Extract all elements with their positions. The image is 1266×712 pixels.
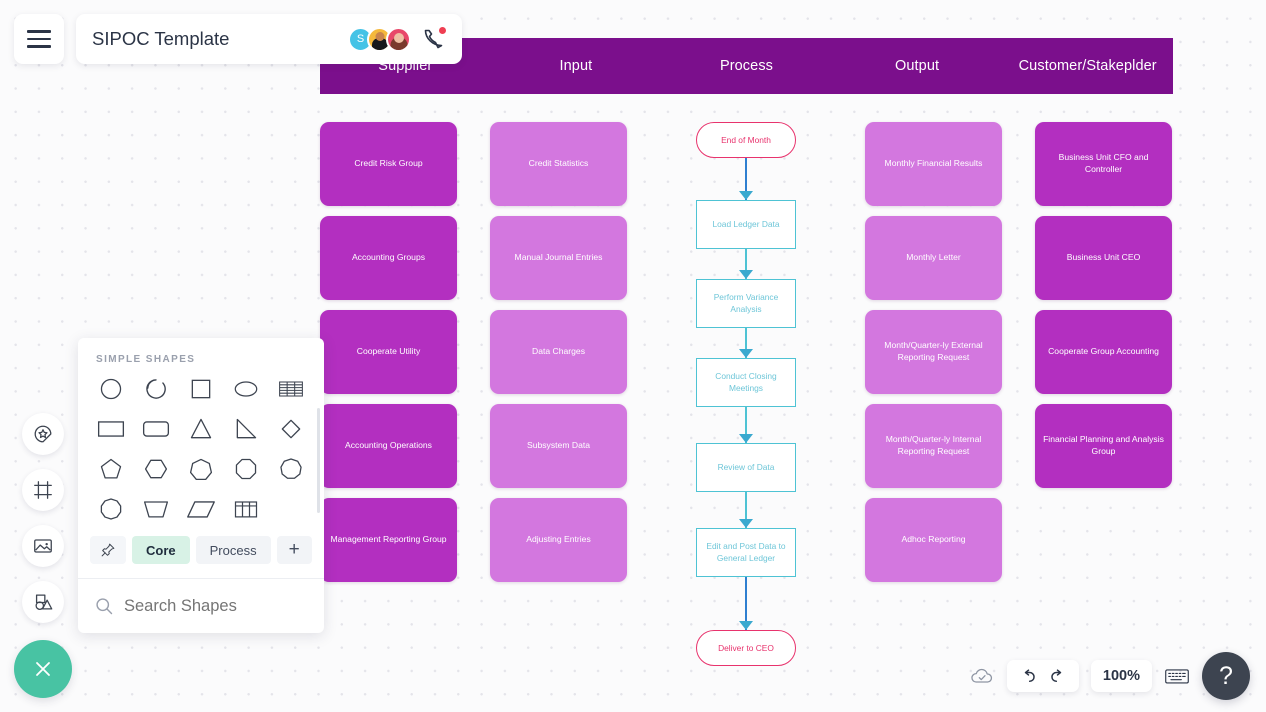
sipoc-card[interactable]: Credit Statistics xyxy=(490,122,627,206)
shape-decagon[interactable] xyxy=(88,493,133,525)
collaborator-avatars: S xyxy=(348,26,411,52)
shape-square[interactable] xyxy=(178,373,223,405)
sipoc-card[interactable]: Accounting Groups xyxy=(320,216,457,300)
phone-call-icon[interactable] xyxy=(422,26,447,51)
image-icon[interactable] xyxy=(22,525,64,567)
shape-table-striped[interactable] xyxy=(269,373,314,405)
left-tool-rail xyxy=(22,413,64,623)
shapes-panel-scrollbar[interactable] xyxy=(317,408,320,513)
sipoc-column-input: Credit Statistics Manual Journal Entries… xyxy=(490,122,627,592)
sipoc-column-process: End of Month Load Ledger Data Perform Va… xyxy=(696,122,796,666)
shape-pentagon[interactable] xyxy=(88,453,133,485)
shape-category-tabs: Core Process + xyxy=(78,536,324,564)
search-input[interactable] xyxy=(124,596,324,616)
frame-icon[interactable] xyxy=(22,469,64,511)
search-icon xyxy=(94,596,114,616)
tab-core[interactable]: Core xyxy=(132,536,190,564)
flow-process-box[interactable]: Load Ledger Data xyxy=(696,200,796,249)
flow-process-box[interactable]: Conduct Closing Meetings xyxy=(696,358,796,407)
avatar[interactable] xyxy=(386,26,411,52)
close-icon[interactable] xyxy=(14,640,72,698)
sipoc-card[interactable]: Financial Planning and Analysis Group xyxy=(1035,404,1172,488)
shape-table-grid[interactable] xyxy=(224,493,269,525)
shape-octagon[interactable] xyxy=(224,453,269,485)
shape-hexagon[interactable] xyxy=(133,453,178,485)
zoom-level-label: 100% xyxy=(1102,668,1140,684)
theme-sticker-icon[interactable] xyxy=(22,413,64,455)
sipoc-column-output: Monthly Financial Results Monthly Letter… xyxy=(865,122,1002,592)
keyboard-icon[interactable] xyxy=(1164,666,1190,686)
document-title-bar: SIPOC Template S xyxy=(76,14,462,64)
hamburger-menu-icon[interactable] xyxy=(14,14,64,64)
flow-connector xyxy=(696,492,796,528)
help-button[interactable]: ? xyxy=(1202,652,1250,700)
zoom-control[interactable]: 100% xyxy=(1090,660,1152,692)
shape-ellipse[interactable] xyxy=(224,373,269,405)
add-category-button[interactable]: + xyxy=(276,536,312,564)
flow-process-box[interactable]: Edit and Post Data to General Ledger xyxy=(696,528,796,577)
shape-nonagon[interactable] xyxy=(269,453,314,485)
shape-heptagon[interactable] xyxy=(178,453,223,485)
sipoc-card[interactable]: Adhoc Reporting xyxy=(865,498,1002,582)
sipoc-card[interactable]: Credit Risk Group xyxy=(320,122,457,206)
shape-triangle[interactable] xyxy=(178,413,223,445)
sipoc-card[interactable]: Business Unit CFO and Controller xyxy=(1035,122,1172,206)
sipoc-card[interactable]: Month/Quarter-ly Internal Reporting Requ… xyxy=(865,404,1002,488)
shapes-panel-heading: SIMPLE SHAPES xyxy=(96,354,196,365)
flow-terminator-start[interactable]: End of Month xyxy=(696,122,796,158)
sipoc-card[interactable]: Business Unit CEO xyxy=(1035,216,1172,300)
shape-rectangle[interactable] xyxy=(88,413,133,445)
shapes-icon[interactable] xyxy=(22,581,64,623)
flow-connector xyxy=(696,249,796,279)
shape-grid xyxy=(78,365,324,525)
sipoc-card[interactable]: Management Reporting Group xyxy=(320,498,457,582)
bottom-toolbar: 100% ? xyxy=(969,652,1250,700)
undo-icon[interactable] xyxy=(1019,667,1038,686)
sipoc-card[interactable]: Data Charges xyxy=(490,310,627,394)
tab-process[interactable]: Process xyxy=(195,536,271,564)
shape-trapezoid[interactable] xyxy=(133,493,178,525)
shape-arc[interactable] xyxy=(133,373,178,405)
sipoc-card[interactable]: Adjusting Entries xyxy=(490,498,627,582)
sipoc-card[interactable]: Subsystem Data xyxy=(490,404,627,488)
shape-right-triangle[interactable] xyxy=(224,413,269,445)
sipoc-card[interactable]: Month/Quarter-ly External Reporting Requ… xyxy=(865,310,1002,394)
shape-empty-slot xyxy=(269,493,314,525)
flow-connector xyxy=(696,407,796,443)
hamburger-bar xyxy=(27,45,51,48)
shape-diamond[interactable] xyxy=(269,413,314,445)
column-header-output: Output xyxy=(895,58,940,74)
shape-parallelogram[interactable] xyxy=(178,493,223,525)
search-shapes-row xyxy=(78,579,324,633)
pin-icon[interactable] xyxy=(90,536,126,564)
sipoc-column-supplier: Credit Risk Group Accounting Groups Coop… xyxy=(320,122,457,592)
flow-process-box[interactable]: Perform Variance Analysis xyxy=(696,279,796,328)
flow-connector xyxy=(696,577,796,630)
sipoc-card[interactable]: Accounting Operations xyxy=(320,404,457,488)
redo-icon[interactable] xyxy=(1048,667,1067,686)
call-status-dot xyxy=(438,26,447,35)
column-header-input: Input xyxy=(559,58,593,74)
undo-redo-group xyxy=(1006,660,1079,692)
flow-connector xyxy=(696,158,796,200)
sipoc-card[interactable]: Cooperate Group Accounting xyxy=(1035,310,1172,394)
flow-connector xyxy=(696,328,796,358)
shape-circle[interactable] xyxy=(88,373,133,405)
column-header-process: Process xyxy=(719,58,774,74)
shape-rounded-rectangle[interactable] xyxy=(133,413,178,445)
column-header-customer: Customer/Stakeplder xyxy=(1018,58,1157,74)
sipoc-card[interactable]: Cooperate Utility xyxy=(320,310,457,394)
page-title[interactable]: SIPOC Template xyxy=(92,28,348,50)
sipoc-card[interactable]: Monthly Letter xyxy=(865,216,1002,300)
hamburger-bar xyxy=(27,37,51,41)
shapes-panel: SIMPLE SHAPES Core Process + Search Shap… xyxy=(78,338,324,633)
sipoc-card[interactable]: Monthly Financial Results xyxy=(865,122,1002,206)
sipoc-card[interactable]: Manual Journal Entries xyxy=(490,216,627,300)
flow-terminator-end[interactable]: Deliver to CEO xyxy=(696,630,796,666)
hamburger-bar xyxy=(27,30,51,33)
cloud-saved-icon[interactable] xyxy=(969,663,995,689)
sipoc-column-customer: Business Unit CFO and Controller Busines… xyxy=(1035,122,1172,498)
flow-process-box[interactable]: Review of Data xyxy=(696,443,796,492)
